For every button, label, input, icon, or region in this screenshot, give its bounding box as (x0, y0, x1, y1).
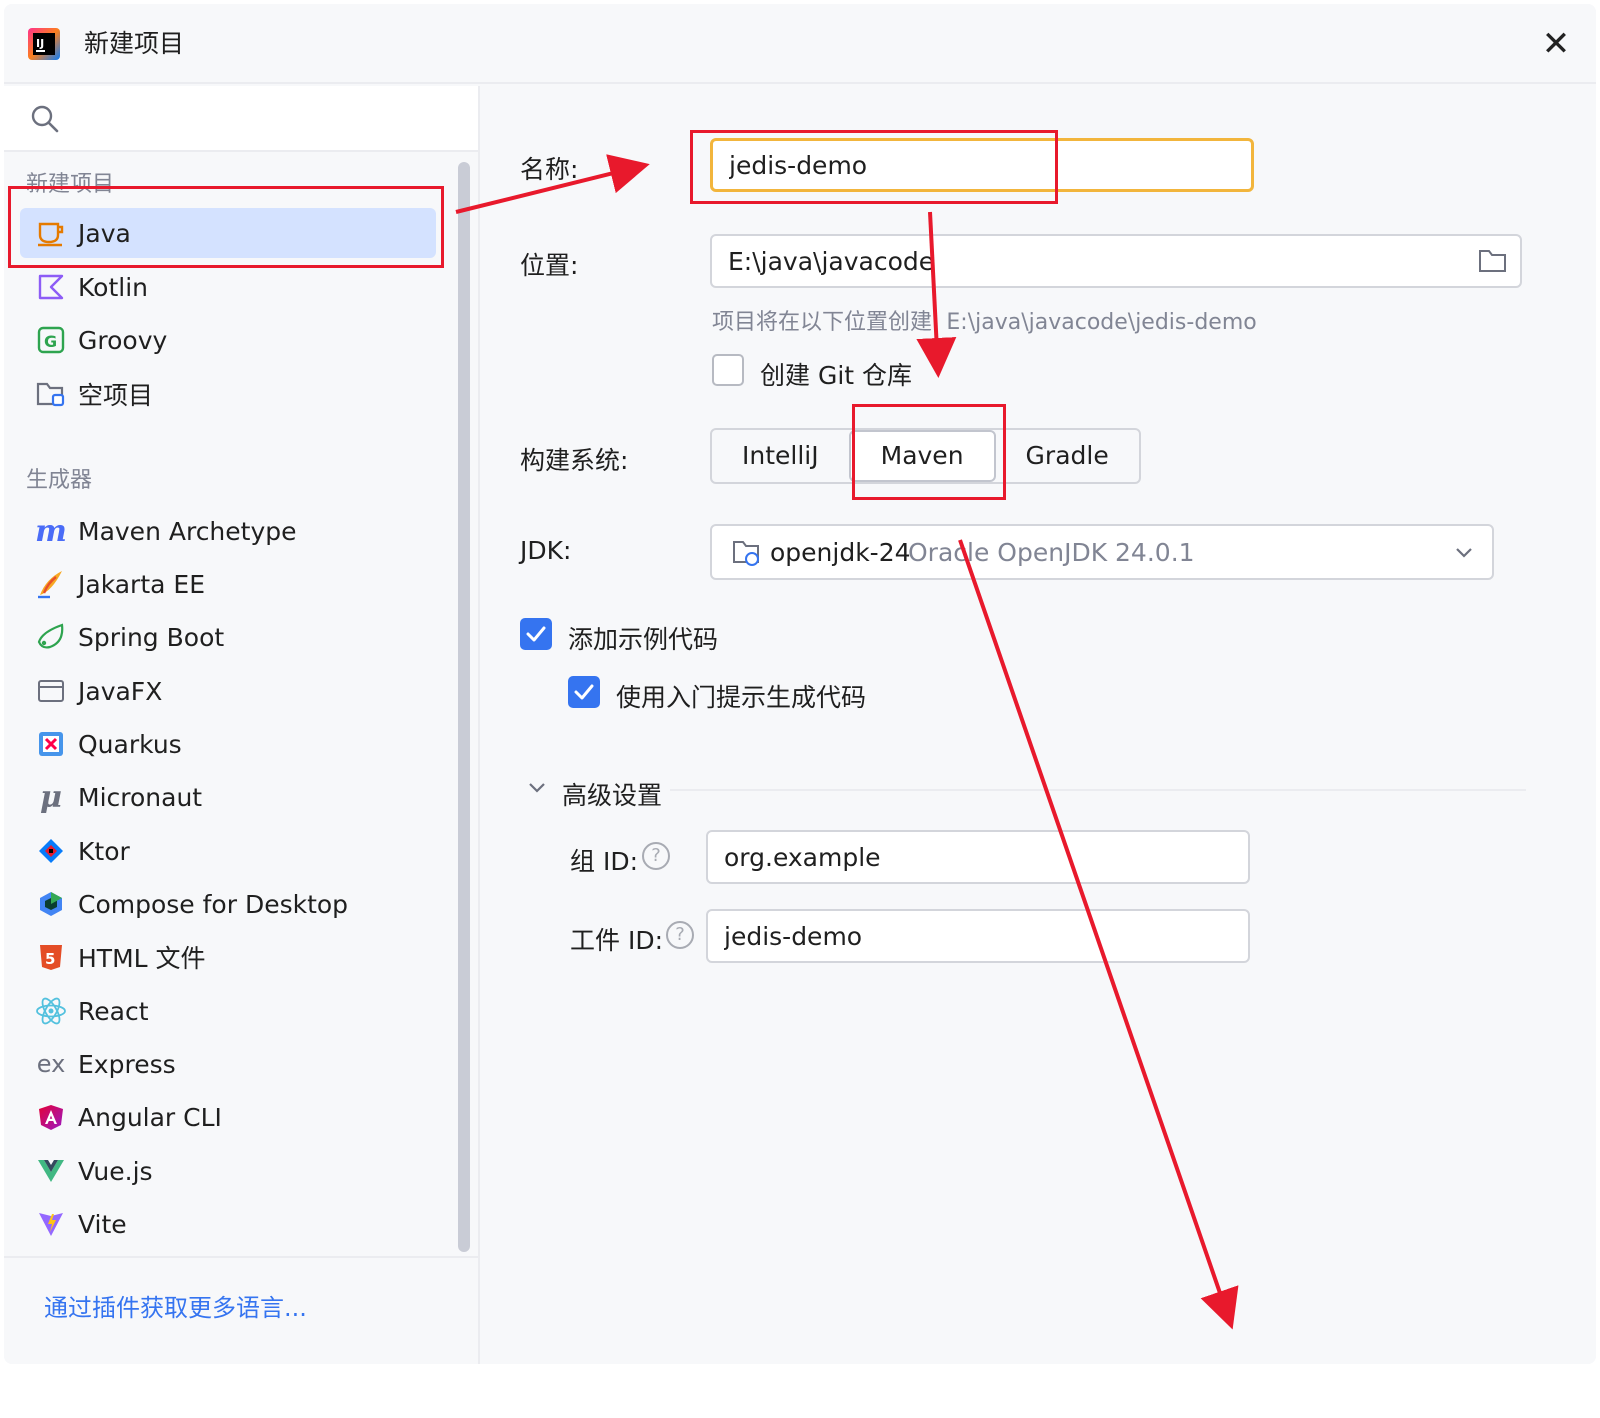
sidebar-item-compose-desktop[interactable]: Compose for Desktop (20, 879, 436, 929)
sidebar-item-groovy[interactable]: G Groovy (20, 315, 436, 365)
react-icon (34, 994, 68, 1028)
onboarding-tips-label: 使用入门提示生成代码 (616, 683, 867, 712)
empty-project-icon (34, 377, 68, 411)
sidebar-item-react[interactable]: React (20, 986, 436, 1036)
ktor-icon (34, 834, 68, 868)
help-icon[interactable]: ? (666, 921, 694, 949)
advanced-settings-toggle[interactable]: 高级设置 (562, 776, 662, 812)
chevron-down-icon[interactable] (526, 776, 548, 798)
more-languages-link[interactable]: 通过插件获取更多语言... (44, 1288, 307, 1323)
express-icon: ex (36, 1050, 66, 1078)
search-icon (31, 105, 59, 133)
sample-code-checkbox[interactable] (520, 618, 552, 650)
spring-boot-icon (34, 620, 68, 654)
jdk-label: JDK: (520, 536, 572, 565)
compose-icon (34, 887, 68, 921)
build-option-intellij[interactable]: IntelliJ (712, 430, 849, 482)
sidebar-item-express[interactable]: ex Express (20, 1039, 436, 1089)
javafx-icon (34, 674, 68, 708)
sidebar-item-label: JavaFX (78, 676, 163, 706)
svg-text:IJ: IJ (36, 37, 44, 50)
groovy-icon: G (34, 323, 68, 357)
sidebar-item-micronaut[interactable]: μ Micronaut (20, 772, 436, 822)
sidebar-item-kotlin[interactable]: Kotlin (20, 262, 436, 312)
sidebar-item-label: Vue.js (78, 1156, 153, 1186)
annotation-box-maven (852, 404, 1006, 500)
sidebar-item-label: React (78, 996, 149, 1026)
sidebar-item-label: Ktor (78, 836, 130, 866)
section-generators: 生成器 (26, 468, 93, 493)
artifact-id-input[interactable] (706, 909, 1250, 963)
annotation-box-java (8, 186, 444, 268)
sidebar-footer: 通过插件获取更多语言... (4, 1256, 478, 1364)
create-git-checkbox[interactable] (712, 354, 744, 386)
sidebar-item-javafx[interactable]: JavaFX (20, 666, 436, 716)
sidebar-item-label: Quarkus (78, 729, 182, 759)
quarkus-icon (34, 727, 68, 761)
close-icon[interactable]: ✕ (1538, 26, 1574, 62)
sidebar-item-ktor[interactable]: Ktor (20, 826, 436, 876)
html5-icon: 5 (34, 940, 68, 974)
project-type-sidebar: 新建项目 Java Kotlin G Groovy 空项目 生成器 m Mave… (4, 86, 480, 1364)
sidebar-item-jakarta-ee[interactable]: Jakarta EE (20, 559, 436, 609)
angular-icon (34, 1100, 68, 1134)
sidebar-item-label: Vite (78, 1209, 127, 1239)
sidebar-item-vite[interactable]: Vite (20, 1199, 436, 1249)
create-git-label: 创建 Git 仓库 (760, 361, 913, 390)
sidebar-item-maven-archetype[interactable]: m Maven Archetype (20, 506, 436, 556)
project-settings-panel: 名称: 位置: 项目将在以下位置创建: E:\java\javacode\jed… (482, 86, 1596, 1364)
title-bar: IJ 新建项目 ✕ (4, 4, 1596, 84)
advanced-divider (670, 789, 1526, 791)
sidebar-item-label: Spring Boot (78, 622, 225, 652)
sidebar-item-label: HTML 文件 (78, 944, 206, 973)
sidebar-item-vue[interactable]: Vue.js (20, 1146, 436, 1196)
micronaut-icon: μ (40, 779, 62, 815)
build-system-label: 构建系统: (520, 446, 629, 475)
sample-code-label: 添加示例代码 (568, 625, 719, 654)
folder-browse-icon[interactable] (1478, 248, 1508, 274)
jdk-folder-icon (733, 541, 759, 566)
sidebar-item-html[interactable]: 5 HTML 文件 (20, 932, 436, 982)
build-option-gradle[interactable]: Gradle (996, 430, 1139, 482)
kotlin-icon (34, 270, 68, 304)
dialog-title: 新建项目 (84, 29, 185, 58)
jdk-description: Oracle OpenJDK 24.0.1 (908, 538, 1195, 567)
svg-text:5: 5 (45, 950, 55, 968)
group-id-label: 组 ID: (570, 847, 638, 876)
sidebar-item-empty-project[interactable]: 空项目 (20, 369, 436, 419)
jdk-name: openjdk-24 (770, 538, 911, 567)
search-bar (4, 86, 478, 152)
intellij-logo-icon: IJ (28, 28, 60, 60)
vue-icon (34, 1154, 68, 1188)
sidebar-item-quarkus[interactable]: Quarkus (20, 719, 436, 769)
sidebar-item-label: Groovy (78, 325, 168, 355)
sidebar-item-label: Kotlin (78, 272, 148, 302)
annotation-box-name (690, 130, 1058, 204)
help-icon[interactable]: ? (642, 842, 670, 870)
sidebar-item-label: 空项目 (78, 381, 154, 410)
sidebar-item-label: Jakarta EE (78, 569, 205, 599)
sidebar-item-label: Micronaut (78, 782, 203, 812)
artifact-id-label: 工件 ID: (570, 926, 663, 955)
sidebar-item-label: Compose for Desktop (78, 889, 349, 919)
onboarding-tips-checkbox[interactable] (568, 676, 600, 708)
search-input[interactable] (70, 98, 460, 140)
chevron-down-icon (1456, 548, 1472, 558)
location-hint: 项目将在以下位置创建: E:\java\javacode\jedis-demo (712, 310, 1257, 335)
jdk-dropdown[interactable]: openjdk-24 Oracle OpenJDK 24.0.1 (710, 524, 1494, 580)
location-input[interactable] (710, 234, 1522, 288)
jakarta-icon (34, 567, 68, 601)
sidebar-item-spring-boot[interactable]: Spring Boot (20, 612, 436, 662)
sidebar-item-angular[interactable]: Angular CLI (20, 1092, 436, 1142)
maven-icon: m (35, 513, 67, 549)
name-label: 名称: (520, 155, 579, 184)
sidebar-item-label: Angular CLI (78, 1102, 222, 1132)
vite-icon (34, 1207, 68, 1241)
sidebar-item-label: Express (78, 1049, 176, 1079)
svg-text:G: G (44, 332, 57, 351)
sidebar-item-label: Maven Archetype (78, 516, 297, 546)
location-label: 位置: (520, 251, 579, 280)
group-id-input[interactable] (706, 830, 1250, 884)
sidebar-scrollbar[interactable] (458, 162, 470, 1252)
